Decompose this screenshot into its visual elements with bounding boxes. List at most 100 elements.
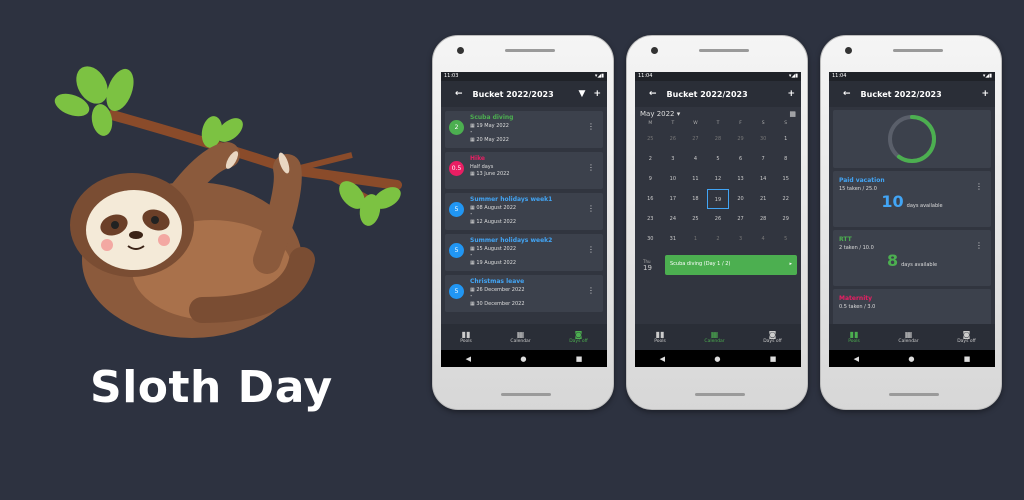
event-chip[interactable]: Scuba diving (Day 1 / 2) ▸	[665, 255, 797, 275]
calendar-day[interactable]: 21	[752, 189, 775, 209]
calendar-day[interactable]: 3	[662, 149, 685, 169]
more-icon[interactable]: ⋮	[587, 245, 595, 254]
calendar-day[interactable]: 27	[729, 209, 752, 229]
list-item[interactable]: 5 Summer holidays week1 ▦ 08 August 2022…	[445, 193, 603, 230]
calendar-day[interactable]: 30	[752, 129, 775, 149]
list-item[interactable]: 0.5 Hike Half days ▦ 13 June 2022 ⋮	[445, 152, 603, 189]
calendar-day[interactable]: 29	[729, 129, 752, 149]
calendar-today-icon[interactable]: ▦	[789, 110, 796, 118]
item-name: Summer holidays week2	[470, 237, 553, 244]
calendar-day[interactable]: 12	[707, 169, 730, 189]
status-icons: ▾◢▮	[594, 73, 604, 79]
calendar-day[interactable]: 28	[707, 129, 730, 149]
back-icon[interactable]: ◀	[660, 355, 665, 363]
calendar-day[interactable]: 26	[662, 129, 685, 149]
calendar-day[interactable]: 13	[729, 169, 752, 189]
calendar-day[interactable]: 30	[639, 229, 662, 249]
nav-days-off[interactable]: ◙ Days off	[957, 330, 976, 344]
calendar-day[interactable]: 2	[639, 149, 662, 169]
pool-card[interactable]: Paid vacation 15 taken / 25.0 10 days ava…	[833, 171, 991, 227]
calendar-day[interactable]: 1	[684, 229, 707, 249]
calendar-day[interactable]: 23	[639, 209, 662, 229]
calendar-day[interactable]: 25	[684, 209, 707, 229]
nav-pools[interactable]: ▮▮ Pools	[460, 330, 472, 344]
calendar-day[interactable]: 8	[774, 149, 797, 169]
list-item[interactable]: 2 Scuba diving ▦ 19 May 2022 ⁃ ▦ 20 May …	[445, 111, 603, 148]
sloth-illustration	[54, 66, 402, 338]
nav-days-off[interactable]: ◙ Days off	[763, 330, 782, 344]
bottom-nav: ▮▮ Pools ▦ Calendar ◙ Days off	[829, 324, 995, 350]
calendar-day[interactable]: 29	[774, 209, 797, 229]
back-arrow-icon[interactable]: ←	[843, 89, 851, 99]
calendar-day[interactable]: 31	[662, 229, 685, 249]
calendar-day[interactable]: 6	[729, 149, 752, 169]
calendar-day[interactable]: 5	[774, 229, 797, 249]
calendar-day[interactable]: 4	[752, 229, 775, 249]
nav-calendar[interactable]: ▦ Calendar	[510, 330, 530, 344]
days-off-icon: ◙	[574, 330, 583, 339]
add-icon[interactable]: +	[593, 89, 601, 99]
more-icon[interactable]: ⋮	[587, 286, 595, 295]
recents-icon[interactable]: ■	[964, 355, 971, 363]
calendar-day[interactable]: 10	[662, 169, 685, 189]
item-start: 19 May 2022	[476, 123, 509, 129]
pool-card[interactable]: RTT 2 taken / 10.0 8 days available ⋮	[833, 230, 991, 286]
usage-gauge	[888, 115, 936, 163]
calendar-day[interactable]: 7	[752, 149, 775, 169]
calendar-day[interactable]: 4	[684, 149, 707, 169]
calendar-day[interactable]: 19	[706, 189, 730, 209]
nav-pools[interactable]: ▮▮ Pools	[848, 330, 860, 344]
more-icon[interactable]: ⋮	[587, 122, 595, 131]
calendar-day[interactable]: 20	[729, 189, 752, 209]
calendar-day[interactable]: 24	[662, 209, 685, 229]
more-icon[interactable]: ⋮	[587, 163, 595, 172]
weekday-header: T	[671, 121, 675, 126]
calendar-icon: ▦	[904, 330, 913, 339]
calendar-day[interactable]: 27	[684, 129, 707, 149]
calendar-day[interactable]: 2	[707, 229, 730, 249]
calendar-day[interactable]: 17	[662, 189, 685, 209]
calendar-day[interactable]: 28	[752, 209, 775, 229]
more-icon[interactable]: ⋮	[975, 241, 983, 250]
home-icon[interactable]: ●	[908, 355, 914, 363]
calendar-day[interactable]: 25	[639, 129, 662, 149]
add-icon[interactable]: +	[981, 89, 989, 99]
calendar-day[interactable]: 22	[774, 189, 797, 209]
recents-icon[interactable]: ■	[576, 355, 583, 363]
calendar-day[interactable]: 18	[684, 189, 707, 209]
nav-pools[interactable]: ▮▮ Pools	[654, 330, 666, 344]
pool-card[interactable]: Maternity 0.5 taken / 3.0	[833, 289, 991, 329]
add-icon[interactable]: +	[787, 89, 795, 99]
bar-chart-icon: ▮▮	[655, 330, 665, 339]
calendar-day[interactable]: 11	[684, 169, 707, 189]
calendar-day[interactable]: 3	[729, 229, 752, 249]
back-arrow-icon[interactable]: ←	[649, 89, 657, 99]
calendar-day[interactable]: 5	[707, 149, 730, 169]
nav-calendar[interactable]: ▦ Calendar	[704, 330, 724, 344]
pool-available: 8	[886, 251, 899, 270]
back-arrow-icon[interactable]: ←	[455, 89, 463, 99]
filter-icon[interactable]: ▼	[579, 89, 586, 99]
month-selector[interactable]: May 2022 ▾	[640, 110, 680, 118]
calendar-day[interactable]: 9	[639, 169, 662, 189]
back-icon[interactable]: ◀	[854, 355, 859, 363]
list-item[interactable]: 5 Summer holidays week2 ▦ 15 August 2022…	[445, 234, 603, 271]
more-icon[interactable]: ⋮	[587, 204, 595, 213]
weekday-header: W	[693, 121, 698, 126]
calendar-day[interactable]: 1	[774, 129, 797, 149]
calendar-day[interactable]: 15	[774, 169, 797, 189]
home-icon[interactable]: ●	[520, 355, 526, 363]
recents-icon[interactable]: ■	[770, 355, 777, 363]
back-icon[interactable]: ◀	[466, 355, 471, 363]
nav-days-off[interactable]: ◙ Days off	[569, 330, 588, 344]
gauge-card	[833, 110, 991, 168]
nav-calendar[interactable]: ▦ Calendar	[898, 330, 918, 344]
home-icon[interactable]: ●	[714, 355, 720, 363]
days-badge: 5	[449, 284, 464, 299]
calendar-day[interactable]: 26	[707, 209, 730, 229]
calendar-day[interactable]: 14	[752, 169, 775, 189]
bottom-speaker	[889, 393, 939, 396]
calendar-day[interactable]: 16	[639, 189, 662, 209]
more-icon[interactable]: ⋮	[975, 182, 983, 191]
list-item[interactable]: 5 Christmas leave ▦ 26 December 2022 ⁃ ▦…	[445, 275, 603, 312]
